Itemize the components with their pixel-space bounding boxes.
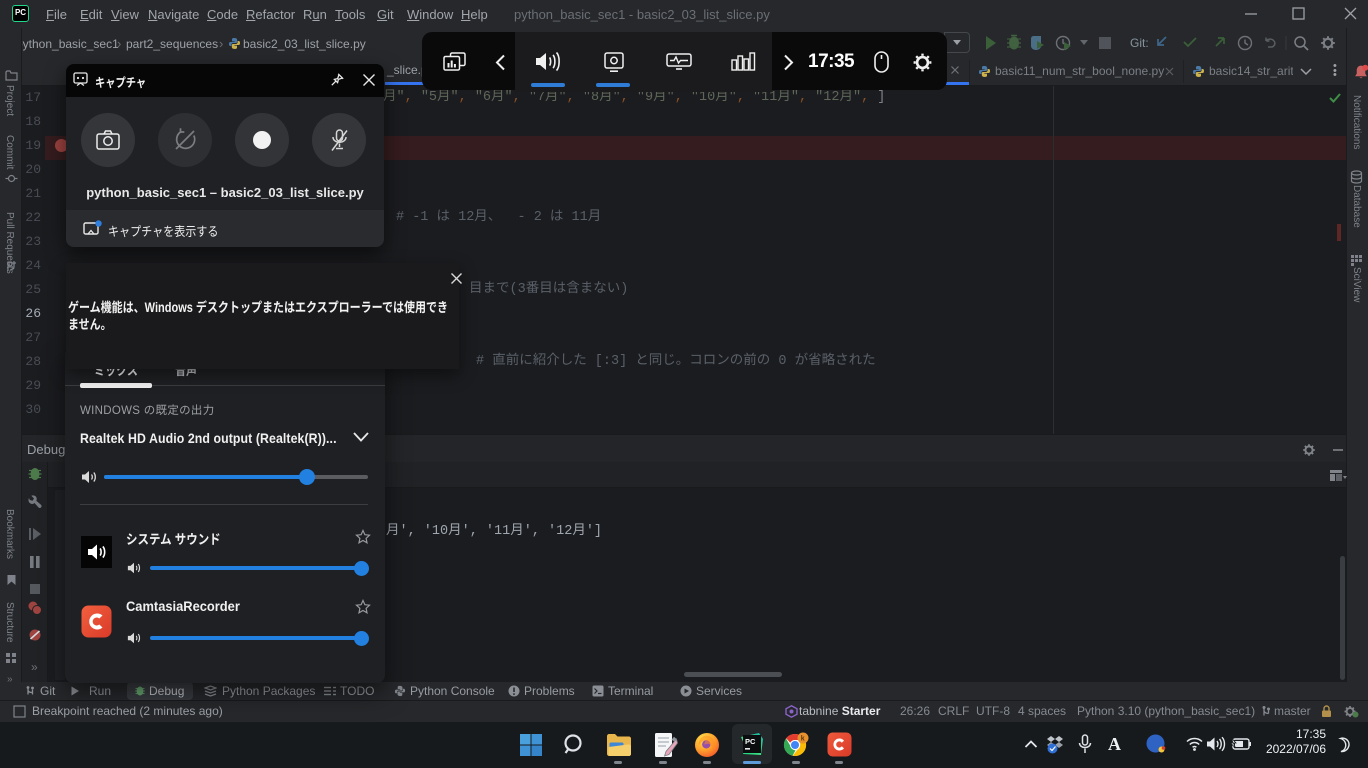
svg-text:k: k bbox=[801, 736, 805, 743]
svg-text:PC: PC bbox=[745, 737, 756, 746]
svg-text:Git:: Git: bbox=[1130, 36, 1149, 50]
